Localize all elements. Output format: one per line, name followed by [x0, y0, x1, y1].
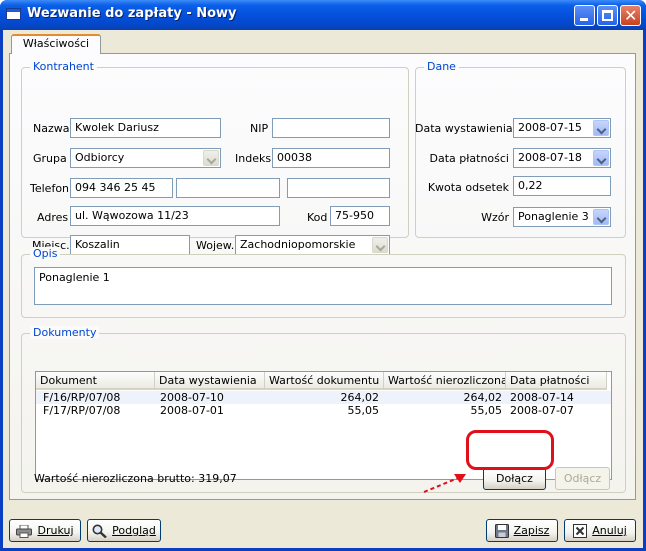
table-body: F/16/RP/07/08 2008-07-10 264,02 264,02 2…: [36, 391, 611, 417]
kwota-odsetek-field[interactable]: 0,22: [513, 176, 611, 196]
kod-label: Kod: [307, 211, 328, 224]
magnifier-icon: [92, 524, 107, 538]
kod-field[interactable]: 75-950: [330, 206, 390, 226]
data-platnosci-value: 2008-07-18: [518, 151, 582, 164]
chevron-down-icon: [593, 150, 609, 166]
dokumenty-group-title: Dokumenty: [30, 326, 100, 339]
table-row[interactable]: F/16/RP/07/08 2008-07-10 264,02 264,02 2…: [36, 391, 611, 404]
grupa-value: Odbiorcy: [75, 151, 125, 164]
dialog-window: Wezwanie do zapłaty - Nowy ✕ Właściwości…: [0, 0, 646, 551]
maximize-icon: [602, 10, 613, 21]
printer-icon: [16, 524, 33, 538]
cell-data-platnosci: 2008-07-07: [510, 404, 574, 417]
telefon-label: Telefon: [30, 182, 70, 195]
cell-data-platnosci: 2008-07-14: [510, 391, 574, 404]
title-bar[interactable]: Wezwanie do zapłaty - Nowy ✕: [0, 0, 646, 30]
wojew-combo[interactable]: Zachodniopomorskie: [235, 235, 390, 255]
table-row[interactable]: F/17/RP/07/08 2008-07-01 55,05 55,05 200…: [36, 404, 611, 417]
wojew-value: Zachodniopomorskie: [240, 238, 356, 251]
column-header-dokument[interactable]: Dokument: [36, 372, 155, 390]
wojew-label: Wojew.: [196, 239, 235, 252]
miejsc-field[interactable]: Koszalin: [70, 235, 190, 255]
cell-dokument: F/16/RP/07/08: [43, 391, 121, 404]
maximize-button[interactable]: [597, 5, 618, 26]
table-header: Dokument Data wystawienia Wartość dokume…: [36, 372, 611, 390]
annotation-arrow-icon: [423, 474, 466, 493]
kwota-odsetek-label: Kwota odsetek: [427, 181, 509, 194]
zapisz-label: Zapisz: [513, 524, 550, 537]
drukuj-label: Drukuj: [37, 524, 74, 537]
telefon3-field[interactable]: [287, 178, 390, 198]
indeks-field[interactable]: 00038: [272, 148, 390, 168]
nip-field[interactable]: [272, 118, 390, 138]
column-header-data-platnosci[interactable]: Data płatności: [506, 372, 607, 390]
nazwa-label: Nazwa: [33, 122, 70, 135]
cell-wartosc-dokumentu: 55,05: [347, 404, 380, 417]
cell-data-wystawienia: 2008-07-01: [160, 404, 224, 417]
dolacz-button[interactable]: Dołącz: [483, 467, 546, 490]
anuluj-label: Anuluj: [592, 524, 627, 537]
cancel-x-icon: [573, 524, 588, 538]
dialog-client: Właściwości Kontrahent Nazwa Kwolek Dari…: [3, 30, 643, 548]
data-wystawienia-label: Data wystawienia: [415, 122, 513, 135]
odlacz-button[interactable]: Odłącz: [555, 467, 610, 490]
anuluj-button[interactable]: Anuluj: [564, 519, 636, 542]
data-wystawienia-value: 2008-07-15: [518, 121, 582, 134]
close-button[interactable]: ✕: [620, 5, 641, 26]
column-header-data-wystawienia[interactable]: Data wystawienia: [155, 372, 265, 390]
podglad-button[interactable]: Podgląd: [87, 519, 161, 542]
dolacz-highlight-annotation: [466, 430, 554, 470]
window-title: Wezwanie do zapłaty - Nowy: [27, 6, 237, 21]
save-disk-icon: [494, 524, 509, 538]
adres-field[interactable]: ul. Wąwozowa 11/23: [70, 206, 280, 226]
summary-text: Wartość nierozliczona brutto: 319,07: [34, 472, 237, 485]
drukuj-button[interactable]: Drukuj: [9, 519, 81, 542]
cell-data-wystawienia: 2008-07-10: [160, 391, 224, 404]
column-header-wartosc-dokumentu[interactable]: Wartość dokumentu: [265, 372, 384, 390]
wzor-value: Ponaglenie 3: [518, 210, 589, 223]
cell-wartosc-nierozliczona: 264,02: [463, 391, 503, 404]
telefon-field[interactable]: 094 346 25 45: [70, 178, 173, 198]
wzor-label: Wzór: [481, 211, 509, 224]
cell-dokument: F/17/RP/07/08: [43, 404, 121, 417]
cell-wartosc-dokumentu: 264,02: [340, 391, 380, 404]
chevron-down-icon: [203, 150, 219, 166]
chevron-down-icon: [593, 120, 609, 136]
chevron-down-icon: [593, 209, 609, 225]
cell-wartosc-nierozliczona: 55,05: [470, 404, 503, 417]
podglad-label: Podgląd: [112, 524, 156, 537]
chevron-down-icon: [372, 237, 388, 253]
opis-textarea[interactable]: Ponaglenie 1: [34, 267, 612, 305]
indeks-label: Indeks: [235, 152, 272, 165]
adres-label: Adres: [37, 211, 69, 224]
data-platnosci-combo[interactable]: 2008-07-18: [513, 148, 611, 168]
data-wystawienia-combo[interactable]: 2008-07-15: [513, 118, 611, 138]
tab-wlasciwosci[interactable]: Właściwości: [11, 34, 101, 54]
minimize-icon: [580, 18, 588, 21]
data-platnosci-label: Data płatności: [429, 152, 509, 165]
window-icon: [6, 8, 21, 20]
opis-group-title: Opis: [30, 247, 61, 260]
close-icon: ✕: [624, 6, 638, 25]
nip-label: NIP: [250, 122, 269, 135]
kontrahent-group-title: Kontrahent: [30, 60, 97, 73]
telefon2-field[interactable]: [176, 178, 280, 198]
grupa-combo[interactable]: Odbiorcy: [70, 148, 221, 168]
zapisz-button[interactable]: Zapisz: [486, 519, 558, 542]
minimize-button[interactable]: [574, 5, 595, 26]
grupa-label: Grupa: [33, 152, 67, 165]
dane-group-title: Dane: [424, 60, 459, 73]
wzor-combo[interactable]: Ponaglenie 3: [513, 207, 611, 227]
nazwa-field[interactable]: Kwolek Dariusz: [70, 118, 221, 138]
column-header-wartosc-nierozliczona[interactable]: Wartość nierozliczona: [384, 372, 506, 390]
